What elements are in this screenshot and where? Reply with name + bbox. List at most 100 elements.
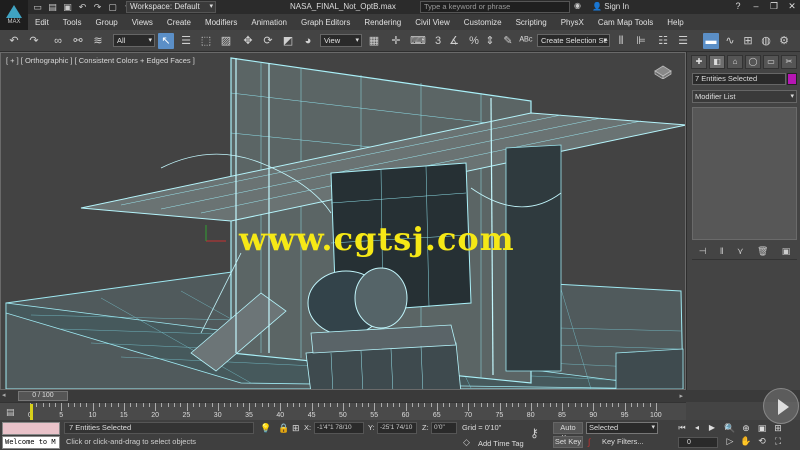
maximize-viewport-icon[interactable]: ⛶ — [772, 436, 784, 447]
zoom-all-icon[interactable]: ⊕ — [740, 423, 752, 434]
mini-curve-editor-icon[interactable]: ▤ — [6, 406, 22, 418]
field-of-view-icon[interactable]: ▷ — [724, 436, 736, 447]
menu-rendering[interactable]: Rendering — [357, 18, 408, 27]
align-icon[interactable]: ⊫ — [633, 33, 649, 49]
menu-help[interactable]: Help — [660, 18, 690, 27]
modifier-list-dropdown[interactable]: Modifier List — [692, 90, 797, 103]
tab-display-icon[interactable]: ▭ — [763, 55, 779, 69]
set-key-button[interactable]: Set Key — [553, 436, 583, 448]
binoculars-icon[interactable]: ◉ — [574, 1, 584, 11]
y-coordinate-field[interactable]: -25'1 74/10 — [377, 422, 417, 434]
menu-views[interactable]: Views — [125, 18, 160, 27]
menu-physx[interactable]: PhysX — [554, 18, 591, 27]
minimize-button[interactable]: – — [750, 1, 762, 12]
scale-icon[interactable]: ◩ — [280, 33, 296, 49]
tab-utilities-icon[interactable]: ✂ — [781, 55, 797, 69]
render-setup-icon[interactable]: ⚙ — [776, 33, 792, 49]
menu-animation[interactable]: Animation — [244, 18, 294, 27]
zoom-icon[interactable]: 🔍 — [724, 423, 736, 434]
add-time-tag-button[interactable]: Add Time Tag — [478, 439, 524, 448]
abc-text-icon[interactable]: ᴬᴮᶜ — [518, 33, 534, 49]
previous-frame-icon[interactable]: ◂ — [691, 423, 703, 433]
current-frame-field[interactable]: 0 — [678, 437, 718, 448]
menu-cam-map-tools[interactable]: Cam Map Tools — [591, 18, 660, 27]
menu-group[interactable]: Group — [88, 18, 124, 27]
pan-icon[interactable]: ✋ — [740, 436, 752, 447]
slider-prev-icon[interactable]: ◂ — [2, 392, 10, 400]
menu-tools[interactable]: Tools — [56, 18, 89, 27]
selection-lock-icon[interactable]: 🔒 — [278, 422, 289, 434]
default-in-out-tangents-icon[interactable]: ∫ — [588, 436, 590, 448]
link-icon[interactable]: ∞ — [50, 33, 66, 49]
zoom-extents-icon[interactable]: ▣ — [756, 423, 768, 434]
snaps-toggle-icon[interactable]: 3 — [430, 33, 446, 49]
slider-next-icon[interactable]: ▸ — [679, 392, 683, 400]
search-input[interactable]: Type a keyword or phrase — [420, 1, 570, 13]
auto-key-button[interactable]: Auto Key — [553, 422, 583, 442]
schematic-view-icon[interactable]: ⊞ — [740, 33, 756, 49]
zoom-extents-all-icon[interactable]: ⊞ — [772, 423, 784, 434]
tab-hierarchy-icon[interactable]: ⌂ — [727, 55, 743, 69]
viewcube-icon[interactable] — [651, 63, 675, 79]
edit-named-selection-icon[interactable]: ✎ — [500, 33, 516, 49]
keyboard-shortcut-override-icon[interactable]: ⌨ — [410, 33, 426, 49]
absolute-mode-icon[interactable]: ⊞ — [292, 422, 300, 434]
new-file-icon[interactable]: ▭ — [32, 2, 43, 13]
redo-icon[interactable]: ↷ — [26, 33, 42, 49]
undo-icon[interactable]: ↶ — [77, 2, 88, 13]
scene-explorer-icon[interactable]: ☷ — [655, 33, 671, 49]
reference-coordinate-dropdown[interactable]: View — [320, 34, 362, 47]
selection-filter-dropdown[interactable]: All — [113, 34, 155, 47]
percent-snap-icon[interactable]: % — [466, 33, 482, 49]
time-slider-thumb[interactable]: 0 / 100 — [18, 391, 68, 401]
menu-scripting[interactable]: Scripting — [509, 18, 554, 27]
menu-create[interactable]: Create — [160, 18, 198, 27]
maxscript-listener-output[interactable]: Welcome to M — [2, 436, 60, 449]
open-file-icon[interactable]: ▤ — [47, 2, 58, 13]
tab-create-icon[interactable]: ✚ — [691, 55, 707, 69]
restore-button[interactable]: ❐ — [768, 1, 780, 12]
z-coordinate-field[interactable]: 0'0" — [431, 422, 457, 434]
named-selection-sets-dropdown[interactable]: Create Selection Se — [537, 34, 610, 47]
play-icon[interactable]: ▶ — [706, 423, 718, 433]
object-color-swatch[interactable] — [787, 73, 797, 85]
move-icon[interactable]: ✥ — [240, 33, 256, 49]
workspace-dropdown[interactable]: Workspace: Default — [126, 1, 216, 13]
menu-customize[interactable]: Customize — [457, 18, 509, 27]
save-icon[interactable]: ▣ — [62, 2, 73, 13]
select-and-manipulate-icon[interactable]: ✛ — [388, 33, 404, 49]
help-icon[interactable]: ? — [732, 1, 744, 12]
rectangular-selection-icon[interactable]: ⬚ — [198, 33, 214, 49]
unlink-icon[interactable]: ⚯ — [70, 33, 86, 49]
menu-modifiers[interactable]: Modifiers — [198, 18, 244, 27]
curve-editor-icon[interactable]: ∿ — [722, 33, 738, 49]
frame-ruler[interactable]: 0510152025303540455055606570758085909510… — [28, 403, 662, 421]
go-to-start-icon[interactable]: ⏮ — [676, 423, 688, 433]
orbit-icon[interactable]: ⟲ — [756, 436, 768, 447]
close-button[interactable]: ✕ — [786, 1, 798, 12]
toggle-ribbon-icon[interactable]: ▬ — [703, 33, 719, 49]
angle-snap-icon[interactable]: ∡ — [446, 33, 462, 49]
undo-icon[interactable]: ↶ — [6, 33, 22, 49]
viewport-orthographic[interactable]: [ + ] [ Orthographic ] [ Consistent Colo… — [0, 52, 686, 390]
window-crossing-icon[interactable]: ▨ — [218, 33, 234, 49]
selection-name-field[interactable]: 7 Entities Selected — [692, 73, 786, 85]
time-slider[interactable]: ◂ 0 / 100 ▸ — [0, 390, 686, 402]
video-play-overlay-icon[interactable] — [763, 388, 799, 424]
set-keys-icon[interactable]: ⚷ — [530, 426, 539, 440]
bind-space-warp-icon[interactable]: ≋ — [90, 33, 106, 49]
tab-motion-icon[interactable]: ◯ — [745, 55, 761, 69]
menu-graph-editors[interactable]: Graph Editors — [294, 18, 357, 27]
place-icon[interactable]: ◕ — [300, 33, 316, 49]
material-editor-icon[interactable]: ◍ — [758, 33, 774, 49]
pivot-center-icon[interactable]: ▦ — [366, 33, 382, 49]
tab-modify-icon[interactable]: ◧ — [709, 55, 725, 69]
spinner-snap-icon[interactable]: ⇕ — [482, 33, 498, 49]
maxscript-listener-input[interactable] — [2, 422, 60, 435]
app-logo[interactable]: MAX — [0, 0, 28, 30]
select-object-icon[interactable]: ↖ — [158, 33, 174, 49]
redo-icon[interactable]: ↷ — [92, 2, 103, 13]
menu-civil-view[interactable]: Civil View — [408, 18, 457, 27]
select-by-name-icon[interactable]: ☰ — [178, 33, 194, 49]
sign-in-button[interactable]: 👤 Sign In — [592, 2, 629, 11]
